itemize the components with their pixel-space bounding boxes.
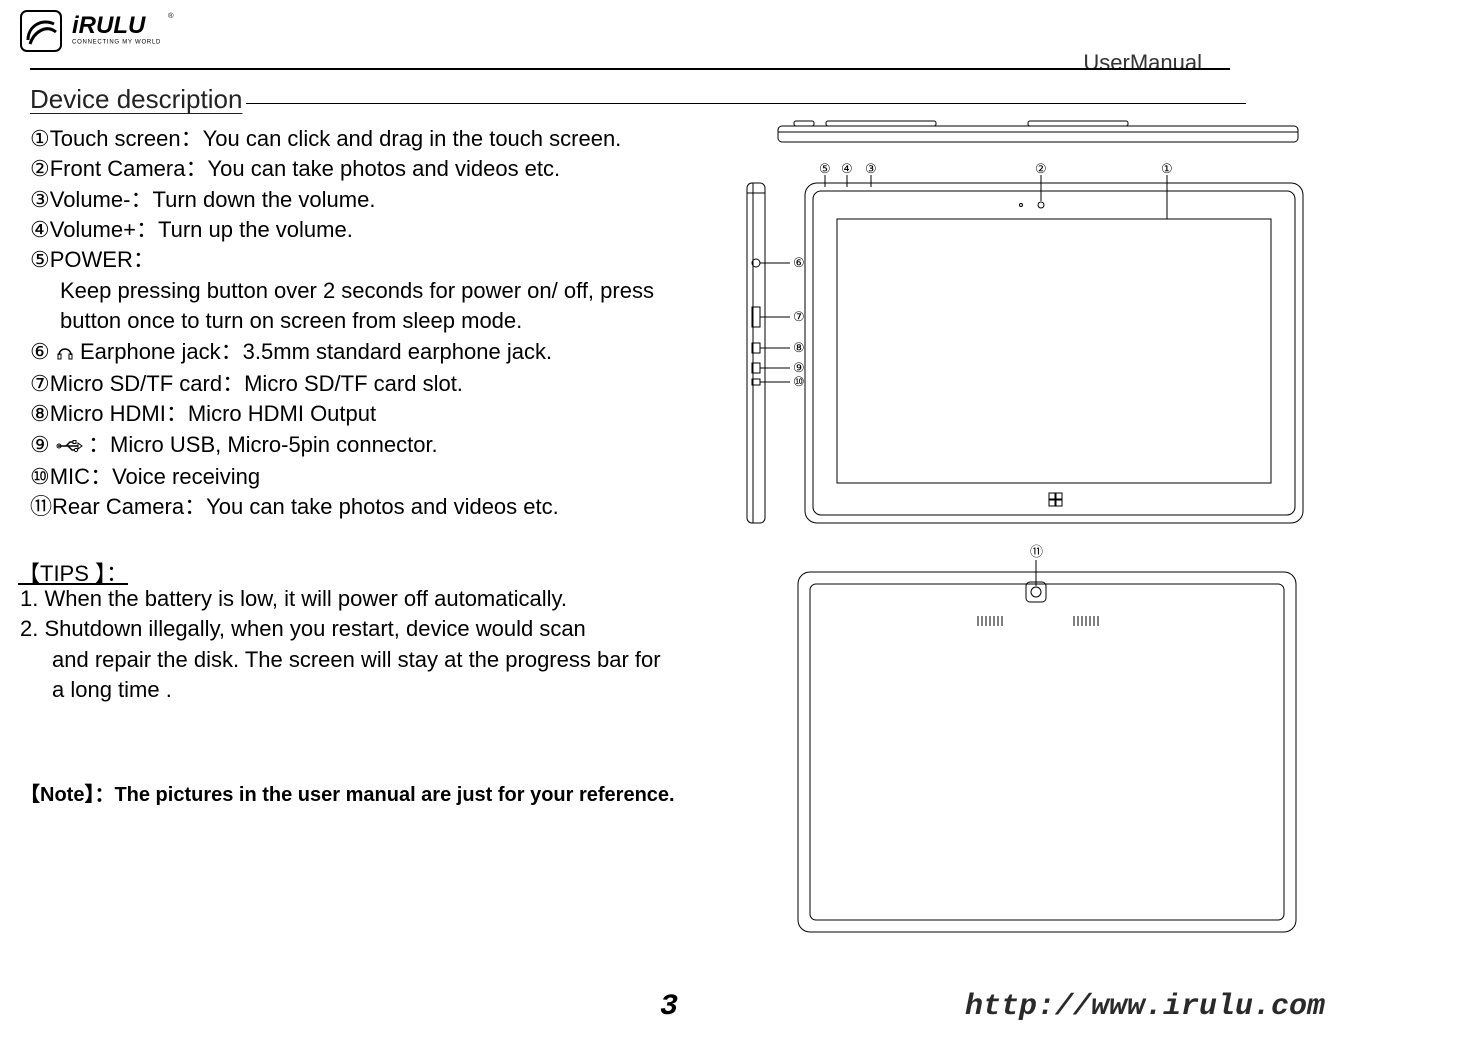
tips-body: 1. When the battery is low, it will powe… — [20, 584, 680, 705]
footer-url: http://www.irulu.com — [965, 990, 1325, 1024]
earphone-icon — [56, 339, 74, 369]
device-top-edge-diagram — [778, 118, 1298, 156]
tip-2-line1: 2. Shutdown illegally, when you restart,… — [20, 616, 586, 641]
tip-2-line2: and repair the disk. The screen will sta… — [20, 645, 680, 675]
feature-4: ④Volume+：Turn up the volume. — [30, 215, 690, 245]
feature-8: ⑧Micro HDMI：Micro HDMI Output — [30, 399, 690, 429]
svg-text:iRULU: iRULU — [72, 12, 146, 39]
feature-10: ⑩MIC：Voice receiving — [30, 462, 690, 492]
feature-5-line1: Keep pressing button over 2 seconds for … — [30, 276, 690, 306]
feature-5: ⑤POWER： — [30, 245, 690, 275]
feature-9: ⑨ ：Micro USB, Micro-5pin connector. — [30, 430, 690, 462]
device-back-diagram: ⑪ — [798, 558, 1296, 938]
feature-3: ③Volume-：Turn down the volume. — [30, 185, 690, 215]
feature-5-line2: button once to turn on screen from sleep… — [30, 306, 690, 336]
speaker-right-icon — [1074, 616, 1098, 626]
tip-1: 1. When the battery is low, it will powe… — [20, 586, 567, 611]
logo-wordmark: iRULU CONNECTING MY WORLD ® — [72, 10, 222, 52]
svg-text:⑨: ⑨ — [793, 360, 805, 375]
svg-text:②: ② — [1035, 161, 1047, 176]
feature-6: ⑥ Earphone jack：3.5mm standard earphone … — [30, 337, 690, 369]
doc-title: UserManual — [1083, 50, 1202, 76]
feature-2: ②Front Camera：You can take photos and vi… — [30, 154, 690, 184]
usb-icon — [56, 432, 82, 462]
svg-text:®: ® — [168, 11, 174, 20]
svg-text:⑦: ⑦ — [793, 309, 805, 324]
svg-text:⑪: ⑪ — [1030, 544, 1043, 559]
svg-text:④: ④ — [841, 161, 853, 176]
note-line: 【Note】：The pictures in the user manual a… — [20, 778, 700, 807]
tip-2-line3: a long time . — [20, 675, 680, 705]
svg-text:⑩: ⑩ — [793, 374, 805, 389]
svg-text:⑥: ⑥ — [793, 255, 805, 270]
feature-11: ⑪Rear Camera：You can take photos and vid… — [30, 492, 690, 522]
section-heading: Device description — [30, 84, 1230, 115]
brand-logo: iRULU CONNECTING MY WORLD ® — [20, 10, 1440, 52]
svg-text:⑧: ⑧ — [793, 340, 805, 355]
svg-text:CONNECTING MY WORLD: CONNECTING MY WORLD — [72, 39, 161, 45]
feature-7: ⑦Micro SD/TF card：Micro SD/TF card slot. — [30, 369, 690, 399]
svg-text:⑤: ⑤ — [819, 161, 831, 176]
feature-list: ①Touch screen：You can click and drag in … — [30, 124, 690, 523]
svg-text:③: ③ — [865, 161, 877, 176]
svg-text:①: ① — [1161, 161, 1173, 176]
page-number: 3 — [660, 990, 678, 1024]
header-divider — [30, 68, 1230, 70]
logo-mark-icon — [20, 10, 62, 52]
device-front-diagram: ⑥ ⑦ ⑧ ⑨ ⑩ ⑤ ④ ③ — [745, 165, 1305, 535]
speaker-left-icon — [978, 616, 1002, 626]
feature-1: ①Touch screen：You can click and drag in … — [30, 124, 690, 154]
